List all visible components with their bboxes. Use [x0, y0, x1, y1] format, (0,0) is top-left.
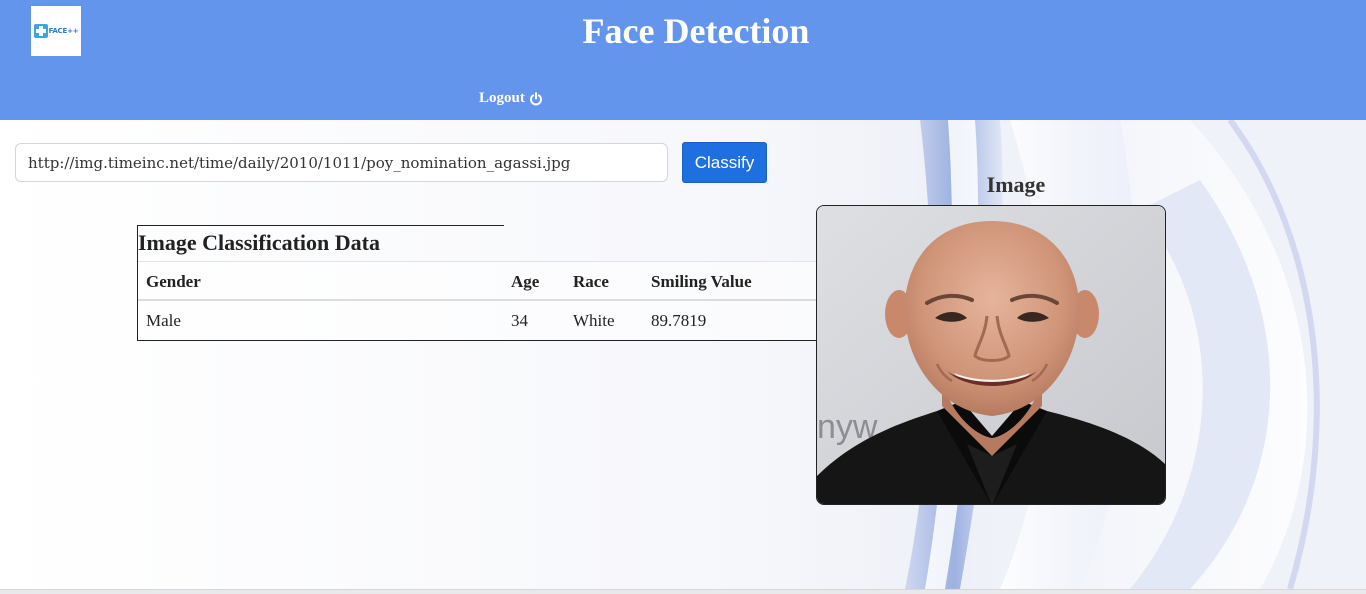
logout-link[interactable]: Logout [479, 90, 543, 107]
face-photo: nyw [816, 205, 1166, 505]
power-icon [529, 91, 542, 105]
top-header: FACE++ Face Detection Logout [0, 0, 1366, 120]
cell-age: 34 [511, 311, 528, 330]
table-top-border [137, 225, 504, 226]
classify-button[interactable]: Classify [682, 142, 767, 183]
column-header-race: Race [573, 272, 609, 291]
cell-race: White [573, 311, 615, 330]
table-caption: Image Classification Data [138, 230, 380, 255]
page-title: Face Detection [582, 11, 810, 51]
logout-label: Logout [479, 90, 525, 106]
image-url-input[interactable] [15, 143, 668, 182]
column-header-smiling-value: Smiling Value [651, 272, 752, 291]
cell-smiling-value: 89.7819 [651, 311, 707, 330]
column-header-age: Age [511, 272, 540, 291]
table-row: Male 34 White 89.7819 [138, 301, 819, 340]
column-header-gender: Gender [146, 272, 201, 291]
portrait-image: nyw [817, 206, 1165, 504]
classification-table: Gender Age Race Smiling Value Male 34 Wh… [137, 225, 819, 341]
table-header-row: Gender Age Race Smiling Value [138, 261, 819, 301]
bottom-scrollbar-strip [0, 589, 1366, 594]
cell-gender: Male [146, 311, 181, 330]
image-heading: Image [986, 172, 1046, 197]
table-bottom-border [137, 340, 819, 341]
